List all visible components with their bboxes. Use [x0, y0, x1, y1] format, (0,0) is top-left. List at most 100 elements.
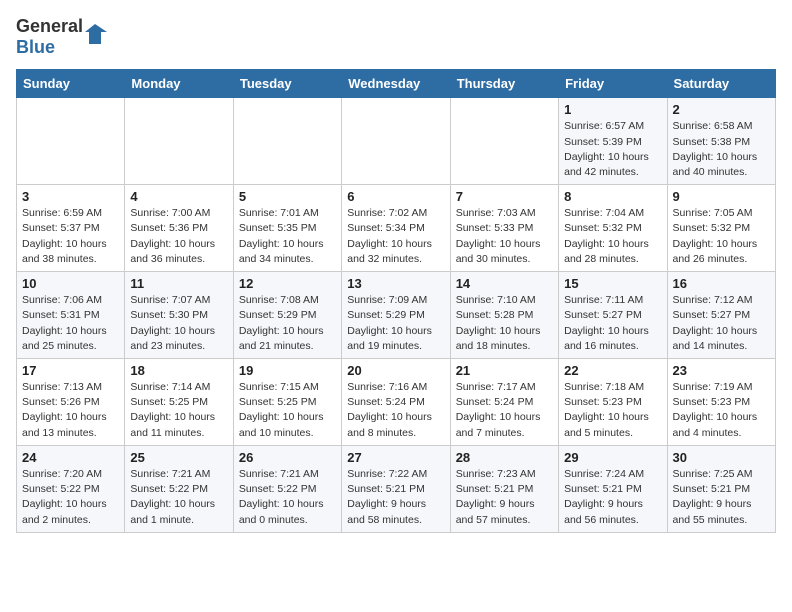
day-number: 16: [673, 276, 770, 291]
day-info: Sunrise: 6:58 AM Sunset: 5:38 PM Dayligh…: [673, 119, 770, 180]
day-number: 15: [564, 276, 661, 291]
calendar-cell: 18Sunrise: 7:14 AM Sunset: 5:25 PM Dayli…: [125, 359, 233, 446]
calendar-cell: 7 Sunrise: 7:03 AM Sunset: 5:33 PM Daylig…: [450, 185, 558, 272]
weekday-row: SundayMondayTuesdayWednesdayThursdayFrid…: [17, 70, 776, 98]
day-number: 5: [239, 189, 336, 204]
weekday-header: Monday: [125, 70, 233, 98]
day-number: 22: [564, 363, 661, 378]
day-number: 2: [673, 102, 770, 117]
day-number: 9: [673, 189, 770, 204]
calendar-cell: 28Sunrise: 7:23 AM Sunset: 5:21 PM Dayli…: [450, 445, 558, 532]
day-info: Sunrise: 7:04 AM Sunset: 5:32 PM Dayligh…: [564, 206, 661, 267]
day-number: 4: [130, 189, 227, 204]
calendar-cell: 22 Sunrise: 7:18 AM Sunset: 5:23 PM Dayli…: [559, 359, 667, 446]
day-info: Sunrise: 7:07 AM Sunset: 5:30 PM Dayligh…: [130, 293, 227, 354]
day-info: Sunrise: 7:05 AM Sunset: 5:32 PM Dayligh…: [673, 206, 770, 267]
day-info: Sunrise: 7:20 AM Sunset: 5:22 PM Dayligh…: [22, 467, 119, 528]
day-number: 23: [673, 363, 770, 378]
day-info: Sunrise: 7:15 AM Sunset: 5:25 PM Dayligh…: [239, 380, 336, 441]
calendar-cell: 29 Sunrise: 7:24 AM Sunset: 5:21 PM Dayli…: [559, 445, 667, 532]
calendar-cell: 30 Sunrise: 7:25 AM Sunset: 5:21 PM Dayli…: [667, 445, 775, 532]
day-number: 3: [22, 189, 119, 204]
calendar-cell: 4Sunrise: 7:00 AM Sunset: 5:36 PM Daylig…: [125, 185, 233, 272]
calendar-cell: 20 Sunrise: 7:16 AM Sunset: 5:24 PM Dayli…: [342, 359, 450, 446]
calendar-week-row: 24 Sunrise: 7:20 AM Sunset: 5:22 PM Dayli…: [17, 445, 776, 532]
day-number: 21: [456, 363, 553, 378]
day-info: Sunrise: 6:59 AM Sunset: 5:37 PM Dayligh…: [22, 206, 119, 267]
day-number: 20: [347, 363, 444, 378]
day-number: 29: [564, 450, 661, 465]
day-info: Sunrise: 7:13 AM Sunset: 5:26 PM Dayligh…: [22, 380, 119, 441]
day-info: Sunrise: 7:01 AM Sunset: 5:35 PM Dayligh…: [239, 206, 336, 267]
calendar-cell: 26Sunrise: 7:21 AM Sunset: 5:22 PM Dayli…: [233, 445, 341, 532]
day-info: Sunrise: 7:08 AM Sunset: 5:29 PM Dayligh…: [239, 293, 336, 354]
calendar-cell: 5 Sunrise: 7:01 AM Sunset: 5:35 PM Daylig…: [233, 185, 341, 272]
day-number: 18: [130, 363, 227, 378]
weekday-header: Saturday: [667, 70, 775, 98]
calendar-cell: 21 Sunrise: 7:17 AM Sunset: 5:24 PM Dayli…: [450, 359, 558, 446]
calendar-cell: [450, 98, 558, 185]
day-number: 13: [347, 276, 444, 291]
calendar-cell: 27 Sunrise: 7:22 AM Sunset: 5:21 PM Dayli…: [342, 445, 450, 532]
day-info: Sunrise: 7:21 AM Sunset: 5:22 PM Dayligh…: [239, 467, 336, 528]
day-number: 25: [130, 450, 227, 465]
calendar-cell: 9 Sunrise: 7:05 AM Sunset: 5:32 PM Daylig…: [667, 185, 775, 272]
day-info: Sunrise: 6:57 AM Sunset: 5:39 PM Dayligh…: [564, 119, 661, 180]
day-info: Sunrise: 7:03 AM Sunset: 5:33 PM Dayligh…: [456, 206, 553, 267]
day-number: 6: [347, 189, 444, 204]
day-number: 12: [239, 276, 336, 291]
day-info: Sunrise: 7:19 AM Sunset: 5:23 PM Dayligh…: [673, 380, 770, 441]
calendar-cell: [17, 98, 125, 185]
calendar-cell: 14Sunrise: 7:10 AM Sunset: 5:28 PM Dayli…: [450, 272, 558, 359]
calendar-cell: 24 Sunrise: 7:20 AM Sunset: 5:22 PM Dayli…: [17, 445, 125, 532]
day-number: 27: [347, 450, 444, 465]
calendar-week-row: 10 Sunrise: 7:06 AM Sunset: 5:31 PM Dayli…: [17, 272, 776, 359]
day-number: 10: [22, 276, 119, 291]
day-info: Sunrise: 7:09 AM Sunset: 5:29 PM Dayligh…: [347, 293, 444, 354]
day-number: 28: [456, 450, 553, 465]
calendar-cell: 1Sunrise: 6:57 AM Sunset: 5:39 PM Daylig…: [559, 98, 667, 185]
day-number: 7: [456, 189, 553, 204]
calendar-cell: 16 Sunrise: 7:12 AM Sunset: 5:27 PM Dayli…: [667, 272, 775, 359]
day-info: Sunrise: 7:25 AM Sunset: 5:21 PM Dayligh…: [673, 467, 770, 528]
day-info: Sunrise: 7:18 AM Sunset: 5:23 PM Dayligh…: [564, 380, 661, 441]
calendar-cell: [125, 98, 233, 185]
calendar-cell: 19Sunrise: 7:15 AM Sunset: 5:25 PM Dayli…: [233, 359, 341, 446]
page-header: GeneralBlue: [16, 16, 776, 57]
calendar-cell: 2 Sunrise: 6:58 AM Sunset: 5:38 PM Daylig…: [667, 98, 775, 185]
day-info: Sunrise: 7:10 AM Sunset: 5:28 PM Dayligh…: [456, 293, 553, 354]
day-info: Sunrise: 7:02 AM Sunset: 5:34 PM Dayligh…: [347, 206, 444, 267]
weekday-header: Sunday: [17, 70, 125, 98]
calendar-cell: 13 Sunrise: 7:09 AM Sunset: 5:29 PM Dayli…: [342, 272, 450, 359]
day-info: Sunrise: 7:21 AM Sunset: 5:22 PM Dayligh…: [130, 467, 227, 528]
day-info: Sunrise: 7:22 AM Sunset: 5:21 PM Dayligh…: [347, 467, 444, 528]
calendar-cell: 15 Sunrise: 7:11 AM Sunset: 5:27 PM Dayli…: [559, 272, 667, 359]
calendar-cell: 6 Sunrise: 7:02 AM Sunset: 5:34 PM Daylig…: [342, 185, 450, 272]
logo: GeneralBlue: [16, 16, 107, 57]
calendar-week-row: 17 Sunrise: 7:13 AM Sunset: 5:26 PM Dayli…: [17, 359, 776, 446]
day-info: Sunrise: 7:24 AM Sunset: 5:21 PM Dayligh…: [564, 467, 661, 528]
calendar-body: 1Sunrise: 6:57 AM Sunset: 5:39 PM Daylig…: [17, 98, 776, 532]
day-info: Sunrise: 7:06 AM Sunset: 5:31 PM Dayligh…: [22, 293, 119, 354]
calendar-week-row: 3 Sunrise: 6:59 AM Sunset: 5:37 PM Daylig…: [17, 185, 776, 272]
weekday-header: Tuesday: [233, 70, 341, 98]
calendar-table: SundayMondayTuesdayWednesdayThursdayFrid…: [16, 69, 776, 532]
day-number: 8: [564, 189, 661, 204]
day-number: 24: [22, 450, 119, 465]
day-info: Sunrise: 7:16 AM Sunset: 5:24 PM Dayligh…: [347, 380, 444, 441]
day-info: Sunrise: 7:12 AM Sunset: 5:27 PM Dayligh…: [673, 293, 770, 354]
calendar-cell: 10 Sunrise: 7:06 AM Sunset: 5:31 PM Dayli…: [17, 272, 125, 359]
calendar-cell: 17 Sunrise: 7:13 AM Sunset: 5:26 PM Dayli…: [17, 359, 125, 446]
day-number: 30: [673, 450, 770, 465]
weekday-header: Friday: [559, 70, 667, 98]
calendar-cell: 23 Sunrise: 7:19 AM Sunset: 5:23 PM Dayli…: [667, 359, 775, 446]
calendar-header: SundayMondayTuesdayWednesdayThursdayFrid…: [17, 70, 776, 98]
day-info: Sunrise: 7:11 AM Sunset: 5:27 PM Dayligh…: [564, 293, 661, 354]
calendar-cell: 8 Sunrise: 7:04 AM Sunset: 5:32 PM Daylig…: [559, 185, 667, 272]
day-info: Sunrise: 7:17 AM Sunset: 5:24 PM Dayligh…: [456, 380, 553, 441]
calendar-cell: [342, 98, 450, 185]
calendar-cell: 25 Sunrise: 7:21 AM Sunset: 5:22 PM Dayli…: [125, 445, 233, 532]
weekday-header: Thursday: [450, 70, 558, 98]
logo-bird-icon: [85, 22, 107, 52]
day-number: 17: [22, 363, 119, 378]
